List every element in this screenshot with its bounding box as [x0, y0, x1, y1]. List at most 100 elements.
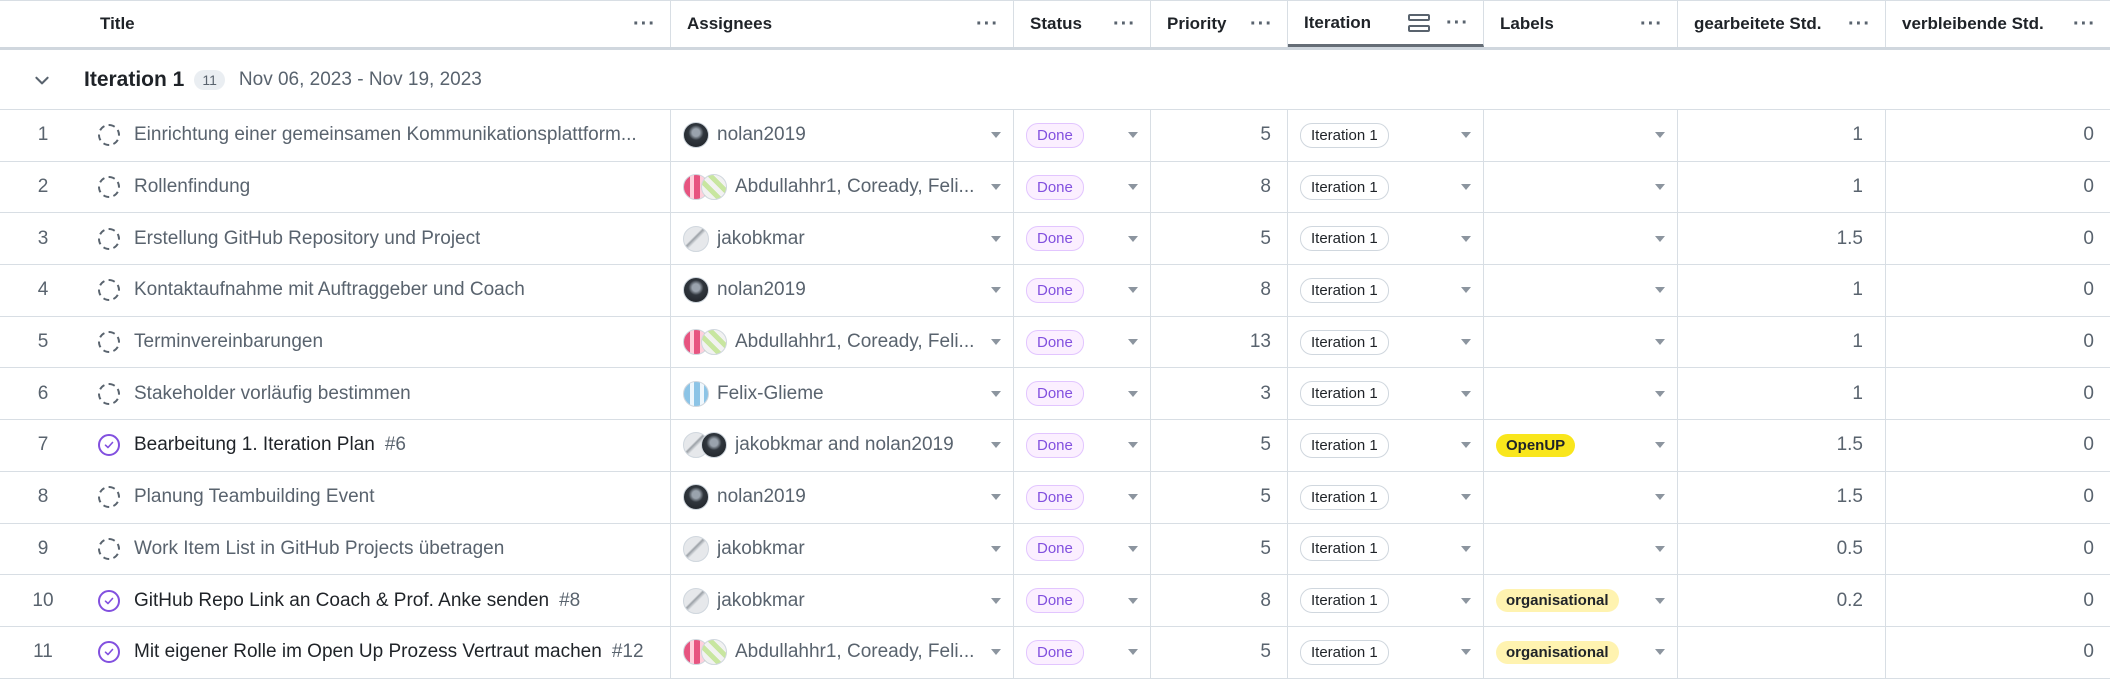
item-title[interactable]: Erstellung GitHub Repository und Project [134, 228, 480, 250]
iteration-cell[interactable]: Iteration 1 [1288, 575, 1484, 626]
item-title[interactable]: Kontaktaufnahme mit Auftraggeber und Coa… [134, 279, 525, 301]
column-menu-icon[interactable]: ··· [1113, 14, 1136, 34]
gearbeitete-cell[interactable]: 1.5 [1678, 420, 1886, 471]
labels-cell[interactable] [1484, 110, 1678, 161]
status-cell[interactable]: Done [1014, 161, 1151, 213]
dropdown-caret-icon[interactable] [991, 494, 1001, 501]
title-cell[interactable]: Mit eigener Rolle im Open Up Prozess Ver… [86, 626, 671, 678]
assignees-cell[interactable]: jakobkmar [671, 213, 1014, 265]
dropdown-caret-icon[interactable] [1655, 442, 1665, 449]
dropdown-caret-icon[interactable] [1128, 287, 1138, 294]
gearbeitete-cell[interactable]: 1 [1678, 161, 1886, 213]
gearbeitete-cell[interactable]: 1 [1678, 110, 1886, 161]
item-title[interactable]: Mit eigener Rolle im Open Up Prozess Ver… [134, 641, 602, 663]
dropdown-caret-icon[interactable] [991, 132, 1001, 139]
verbleibende-cell[interactable]: 0 [1886, 162, 2110, 213]
labels-cell[interactable] [1484, 316, 1678, 368]
item-title[interactable]: Planung Teambuilding Event [134, 486, 375, 508]
priority-cell[interactable]: 5 [1151, 523, 1288, 575]
dropdown-caret-icon[interactable] [1655, 390, 1665, 397]
column-menu-icon[interactable]: ··· [633, 14, 656, 34]
gearbeitete-cell[interactable]: 1 [1678, 368, 1886, 420]
dropdown-caret-icon[interactable] [991, 235, 1001, 242]
verbleibende-cell[interactable]: 0 [1886, 472, 2110, 523]
dropdown-caret-icon[interactable] [1128, 545, 1138, 552]
assignees-cell[interactable]: Felix-Glieme [671, 368, 1014, 420]
dropdown-caret-icon[interactable] [1461, 132, 1471, 139]
title-cell[interactable]: Bearbeitung 1. Iteration Plan #6 [86, 420, 671, 471]
status-cell[interactable]: Done [1014, 420, 1151, 471]
dropdown-caret-icon[interactable] [1655, 339, 1665, 346]
iteration-cell[interactable]: Iteration 1 [1288, 420, 1484, 471]
dropdown-caret-icon[interactable] [1128, 235, 1138, 242]
column-menu-icon[interactable]: ··· [976, 14, 999, 34]
dropdown-caret-icon[interactable] [1128, 132, 1138, 139]
dropdown-caret-icon[interactable] [1655, 545, 1665, 552]
labels-cell[interactable]: organisational [1484, 575, 1678, 626]
group-by-icon[interactable] [1408, 13, 1431, 32]
table-row[interactable]: 11 Mit eigener Rolle im Open Up Prozess V… [0, 626, 2110, 679]
item-title[interactable]: Terminvereinbarungen [134, 331, 323, 353]
column-menu-icon[interactable]: ··· [1640, 14, 1663, 34]
table-row[interactable]: 2 Rollenfindung Abdullahhr1, Coready, Feli… [0, 161, 2110, 214]
labels-cell[interactable]: OpenUP [1484, 420, 1678, 471]
iteration-cell[interactable]: Iteration 1 [1288, 213, 1484, 265]
iteration-cell[interactable]: Iteration 1 [1288, 523, 1484, 575]
priority-cell[interactable]: 5 [1151, 420, 1288, 471]
column-header-priority[interactable]: Priority ··· [1151, 1, 1288, 47]
collapse-group-button[interactable] [0, 71, 84, 89]
status-cell[interactable]: Done [1014, 471, 1151, 523]
item-title[interactable]: Stakeholder vorläufig bestimmen [134, 383, 411, 405]
dropdown-caret-icon[interactable] [1655, 184, 1665, 191]
item-title[interactable]: Bearbeitung 1. Iteration Plan [134, 434, 375, 456]
priority-cell[interactable]: 8 [1151, 265, 1288, 316]
title-cell[interactable]: Rollenfindung [86, 161, 671, 213]
status-cell[interactable]: Done [1014, 626, 1151, 678]
assignees-cell[interactable]: jakobkmar and nolan2019 [671, 420, 1014, 471]
verbleibende-cell[interactable]: 0 [1886, 213, 2110, 264]
dropdown-caret-icon[interactable] [1655, 235, 1665, 242]
priority-cell[interactable]: 3 [1151, 368, 1288, 420]
dropdown-caret-icon[interactable] [1128, 339, 1138, 346]
title-cell[interactable]: Terminvereinbarungen [86, 316, 671, 368]
column-header-labels[interactable]: Labels ··· [1484, 1, 1678, 47]
dropdown-caret-icon[interactable] [1461, 339, 1471, 346]
dropdown-caret-icon[interactable] [1128, 649, 1138, 656]
column-header-title[interactable]: Title ··· [86, 1, 671, 47]
dropdown-caret-icon[interactable] [991, 597, 1001, 604]
column-header-verbleibende[interactable]: verbleibende Std. ··· [1886, 1, 2110, 47]
gearbeitete-cell[interactable] [1678, 626, 1886, 678]
table-row[interactable]: 5 Terminvereinbarungen Abdullahhr1, Coread… [0, 316, 2110, 369]
status-cell[interactable]: Done [1014, 265, 1151, 316]
dropdown-caret-icon[interactable] [1461, 184, 1471, 191]
dropdown-caret-icon[interactable] [1655, 597, 1665, 604]
dropdown-caret-icon[interactable] [1461, 235, 1471, 242]
title-cell[interactable]: Stakeholder vorläufig bestimmen [86, 368, 671, 420]
dropdown-caret-icon[interactable] [1461, 597, 1471, 604]
gearbeitete-cell[interactable]: 1 [1678, 265, 1886, 316]
gearbeitete-cell[interactable]: 1 [1678, 316, 1886, 368]
title-cell[interactable]: Work Item List in GitHub Projects übetra… [86, 523, 671, 575]
priority-cell[interactable]: 13 [1151, 316, 1288, 368]
title-cell[interactable]: Planung Teambuilding Event [86, 471, 671, 523]
table-row[interactable]: 9 Work Item List in GitHub Projects übetr… [0, 523, 2110, 576]
iteration-cell[interactable]: Iteration 1 [1288, 471, 1484, 523]
priority-cell[interactable]: 8 [1151, 161, 1288, 213]
item-title[interactable]: Rollenfindung [134, 176, 250, 198]
dropdown-caret-icon[interactable] [991, 390, 1001, 397]
dropdown-caret-icon[interactable] [1128, 597, 1138, 604]
iteration-cell[interactable]: Iteration 1 [1288, 368, 1484, 420]
status-cell[interactable]: Done [1014, 368, 1151, 420]
assignees-cell[interactable]: Abdullahhr1, Coready, Feli... [671, 626, 1014, 678]
assignees-cell[interactable]: Abdullahhr1, Coready, Feli... [671, 316, 1014, 368]
title-cell[interactable]: Einrichtung einer gemeinsamen Kommunikat… [86, 110, 671, 161]
iteration-cell[interactable]: Iteration 1 [1288, 161, 1484, 213]
priority-cell[interactable]: 5 [1151, 110, 1288, 161]
verbleibende-cell[interactable]: 0 [1886, 368, 2110, 419]
labels-cell[interactable]: organisational [1484, 626, 1678, 678]
dropdown-caret-icon[interactable] [1128, 390, 1138, 397]
column-header-gearbeitete[interactable]: gearbeitete Std. ··· [1678, 1, 1886, 47]
dropdown-caret-icon[interactable] [1461, 649, 1471, 656]
assignees-cell[interactable]: nolan2019 [671, 471, 1014, 523]
column-menu-icon[interactable]: ··· [1250, 14, 1273, 34]
